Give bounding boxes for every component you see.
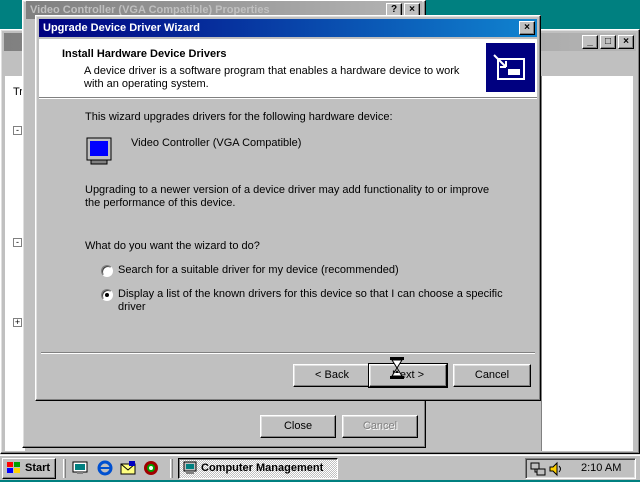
header-title: Install Hardware Device Drivers (62, 48, 227, 60)
header-description: A device driver is a software program th… (84, 65, 460, 90)
computer-management-icon (183, 461, 197, 475)
close-button[interactable]: Close (260, 415, 336, 438)
radio-selected-dot (105, 293, 109, 297)
header-separator (39, 97, 537, 99)
network-icon[interactable] (530, 461, 546, 477)
cancel-button[interactable]: Cancel (453, 364, 531, 387)
start-label: Start (25, 462, 51, 474)
close-icon[interactable]: × (519, 21, 535, 35)
option-search-label[interactable]: Search for a suitable driver for my devi… (118, 264, 399, 276)
windows-logo-icon (7, 462, 21, 474)
upgrade-note: Upgrading to a newer version of a device… (85, 184, 490, 209)
channels-icon[interactable] (143, 460, 159, 476)
hourglass-cursor-icon (390, 357, 404, 379)
wizard-intro: This wizard upgrades drivers for the fol… (85, 111, 393, 123)
outlook-icon[interactable] (120, 460, 136, 476)
option-list-radio[interactable] (101, 289, 113, 301)
ie-icon[interactable] (97, 460, 113, 476)
quick-launch-divider (63, 459, 66, 478)
monitor-icon (85, 136, 115, 168)
start-button[interactable]: Start (2, 458, 56, 479)
option-search-radio[interactable] (101, 265, 113, 277)
taskbar: Start Computer Management 2:10 AM (0, 454, 640, 480)
wizard-titlebar[interactable]: Upgrade Device Driver Wizard × (39, 19, 537, 37)
next-button[interactable]: Next > (368, 363, 448, 388)
option-list-label[interactable]: Display a list of the known drivers for … (118, 288, 508, 314)
back-button[interactable]: < Back (293, 364, 371, 387)
clock[interactable]: 2:10 AM (581, 462, 621, 474)
task-computer-management[interactable]: Computer Management (178, 458, 338, 479)
wizard-title: Upgrade Device Driver Wizard (43, 22, 201, 34)
system-tray: 2:10 AM (525, 458, 636, 479)
wizard-question: What do you want the wizard to do? (85, 240, 260, 252)
cancel-button[interactable]: Cancel (342, 415, 418, 438)
tree-expand-icon[interactable]: - (13, 126, 22, 135)
task-label: Computer Management (201, 462, 324, 474)
tree-expand-icon[interactable]: - (13, 238, 22, 247)
desktop-icon[interactable] (72, 460, 88, 476)
tree-expand-icon[interactable]: + (13, 318, 22, 327)
volume-icon[interactable] (548, 461, 564, 477)
device-name: Video Controller (VGA Compatible) (131, 137, 302, 149)
close-icon[interactable]: × (618, 35, 634, 49)
task-divider (170, 459, 173, 478)
wizard-header: Install Hardware Device Drivers A device… (39, 39, 537, 97)
wizard-logo-icon (486, 43, 535, 92)
mgmt-result-pane (541, 76, 633, 451)
wizard-window: Upgrade Device Driver Wizard × Install H… (35, 15, 541, 401)
maximize-icon[interactable]: □ (600, 35, 616, 49)
minimize-icon[interactable]: _ (582, 35, 598, 49)
footer-separator (41, 352, 535, 354)
